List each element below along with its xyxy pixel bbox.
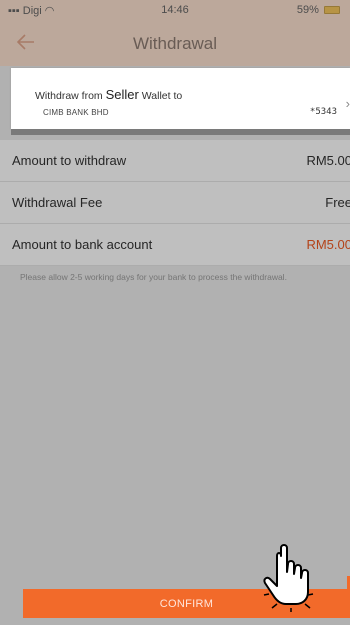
row-value: RM5.00 [306, 237, 350, 252]
nav-bar: Withdrawal [0, 22, 350, 66]
row-amount-to-withdraw: Amount to withdraw RM5.00 [0, 140, 350, 182]
page-title: Withdrawal [132, 34, 218, 53]
withdraw-from-line: Withdraw from Seller Wallet to [35, 87, 183, 102]
row-label: Amount to withdraw [12, 153, 127, 168]
row-withdrawal-fee: Withdrawal Fee Free [0, 182, 350, 224]
wallet-name: Seller [105, 87, 139, 102]
battery-status: 59% [297, 4, 340, 16]
row-label: Amount to bank account [12, 237, 153, 252]
chevron-right-icon: › [345, 96, 350, 111]
processing-note: Please allow 2-5 working days for your b… [20, 272, 287, 282]
bank-name: CIMB BANK BHD [43, 108, 109, 117]
hand-pointer-icon [263, 544, 314, 612]
battery-percent: 59% [296, 4, 319, 16]
account-number: *5343 [309, 107, 337, 117]
row-value: Free [325, 195, 350, 210]
row-amount-to-bank: Amount to bank account RM5.00 [0, 224, 350, 266]
row-label: Withdrawal Fee [12, 195, 103, 210]
battery-icon [324, 6, 340, 15]
amount-summary: Amount to withdraw RM5.00 Withdrawal Fee… [0, 140, 350, 266]
row-value: RM5.00 [306, 153, 350, 168]
card-shadow-strip [11, 129, 350, 135]
status-bar: ▪▪▪ Digi ◠ 14:46 59% [0, 0, 350, 22]
bank-account-card[interactable]: Withdraw from Seller Wallet to CIMB BANK… [11, 68, 350, 129]
